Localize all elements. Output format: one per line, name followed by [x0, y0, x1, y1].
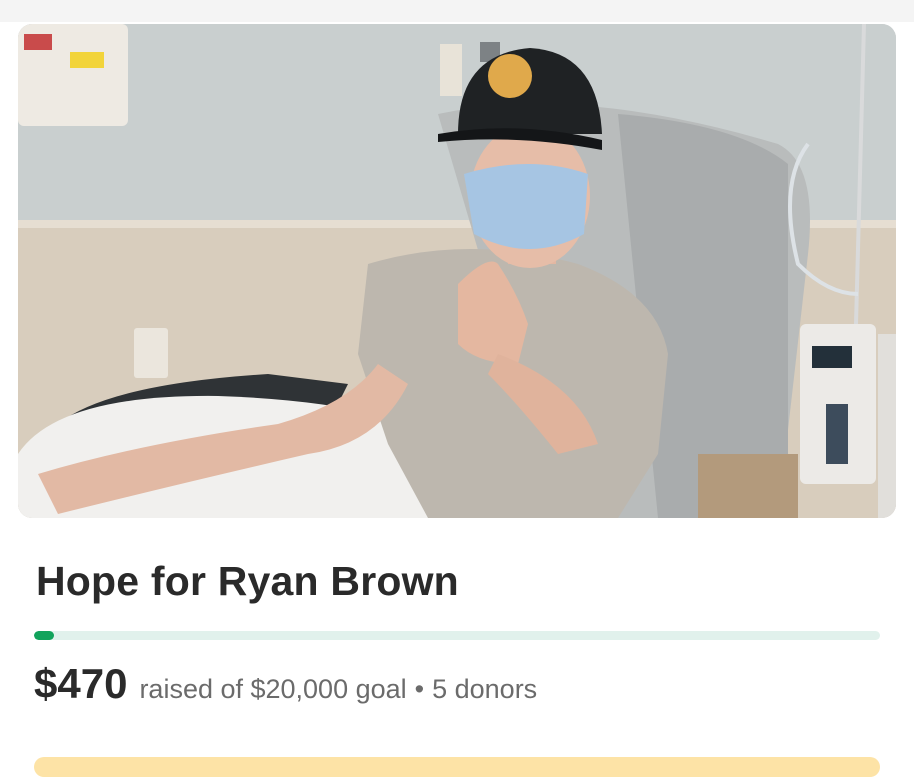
top-bar [0, 0, 914, 22]
donation-progress-fill [34, 631, 54, 640]
campaign-photo-illustration [18, 24, 896, 518]
goal-text: raised of $20,000 goal [139, 674, 407, 704]
donation-progress-bar [34, 631, 880, 640]
separator-dot: • [414, 674, 425, 704]
donor-count: 5 donors [432, 674, 538, 704]
raised-summary: $470 raised of $20,000 goal • 5 donors [34, 660, 537, 708]
raised-amount: $470 [34, 660, 128, 707]
campaign-photo[interactable] [18, 24, 896, 518]
donate-banner[interactable] [34, 757, 880, 777]
campaign-title: Hope for Ryan Brown [36, 558, 459, 604]
